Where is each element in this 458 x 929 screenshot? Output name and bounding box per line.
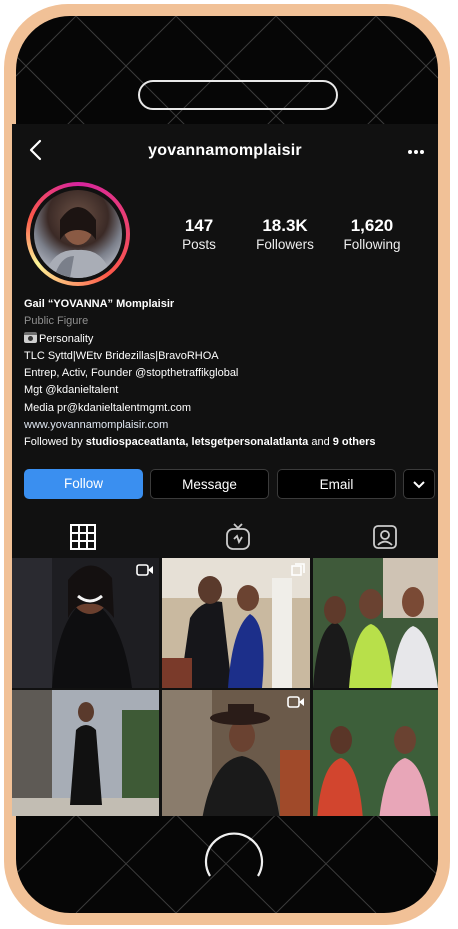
bio-line-personality: Personality xyxy=(24,331,434,348)
profile-bio: Gail “YOVANNA” Momplaisir Public Figure … xyxy=(24,296,434,452)
posts-count: 147 xyxy=(184,216,214,235)
tagged-icon[interactable] xyxy=(370,522,400,552)
video-icon xyxy=(287,696,304,708)
speaker-grille xyxy=(138,80,338,110)
carousel-icon xyxy=(291,563,305,576)
bio-line-shows: TLC Syttd|WEtv Bridezillas|BravoRHOA xyxy=(24,349,219,362)
post-thumbnail[interactable] xyxy=(12,690,159,816)
posts-label: Posts xyxy=(182,237,216,252)
igtv-icon[interactable] xyxy=(223,522,253,552)
suggested-dropdown-button[interactable] xyxy=(403,469,435,499)
avatar xyxy=(34,190,122,278)
post-thumbnail[interactable] xyxy=(313,558,438,688)
following-label: Following xyxy=(343,237,401,252)
website-link[interactable]: www.yovannamomplaisir.com xyxy=(24,417,434,434)
grid-icon[interactable] xyxy=(68,522,98,552)
following-count: 1,620 xyxy=(350,216,394,235)
bio-line-management: Mgt @kdanieltalent xyxy=(24,384,119,397)
post-thumbnail[interactable] xyxy=(12,558,159,688)
posts-grid xyxy=(12,558,438,816)
display-name: Gail “YOVANNA” Momplaisir xyxy=(24,298,175,310)
chevron-down-icon xyxy=(413,481,425,489)
posts-stat[interactable]: 147 Posts xyxy=(154,216,244,254)
message-button[interactable]: Message xyxy=(150,469,269,499)
email-button[interactable]: Email xyxy=(277,469,396,499)
bio-line-founder: Entrep, Activ, Founder @stopthetraffikgl… xyxy=(24,367,239,380)
instagram-profile-screen: yovannamomplaisir 147 Posts 18.3K Follow… xyxy=(12,124,438,816)
post-thumbnail[interactable] xyxy=(162,558,310,688)
profile-tabs xyxy=(12,514,438,558)
video-icon xyxy=(136,564,153,576)
post-thumbnail[interactable] xyxy=(313,690,438,816)
following-stat[interactable]: 1,620 Following xyxy=(327,216,417,254)
followers-label: Followers xyxy=(256,237,314,252)
bio-line-media: Media pr@kdanieltalentmgmt.com xyxy=(24,401,192,414)
top-bar: yovannamomplaisir xyxy=(12,124,438,174)
followers-stat[interactable]: 18.3K Followers xyxy=(240,216,330,254)
profile-username: yovannamomplaisir xyxy=(148,142,302,159)
phone-frame: yovannamomplaisir 147 Posts 18.3K Follow… xyxy=(4,4,450,925)
profile-category: Public Figure xyxy=(24,315,89,328)
followed-by[interactable]: Followed by studiospaceatlanta, letsgetp… xyxy=(24,434,434,451)
post-thumbnail[interactable] xyxy=(162,690,310,816)
camera-emoji-icon xyxy=(24,331,37,343)
home-button[interactable] xyxy=(202,824,266,888)
avatar-story-ring[interactable] xyxy=(26,182,130,286)
follow-button[interactable]: Follow xyxy=(24,469,143,499)
more-horizontal-icon[interactable] xyxy=(408,150,428,156)
followers-count: 18.3K xyxy=(262,216,308,235)
